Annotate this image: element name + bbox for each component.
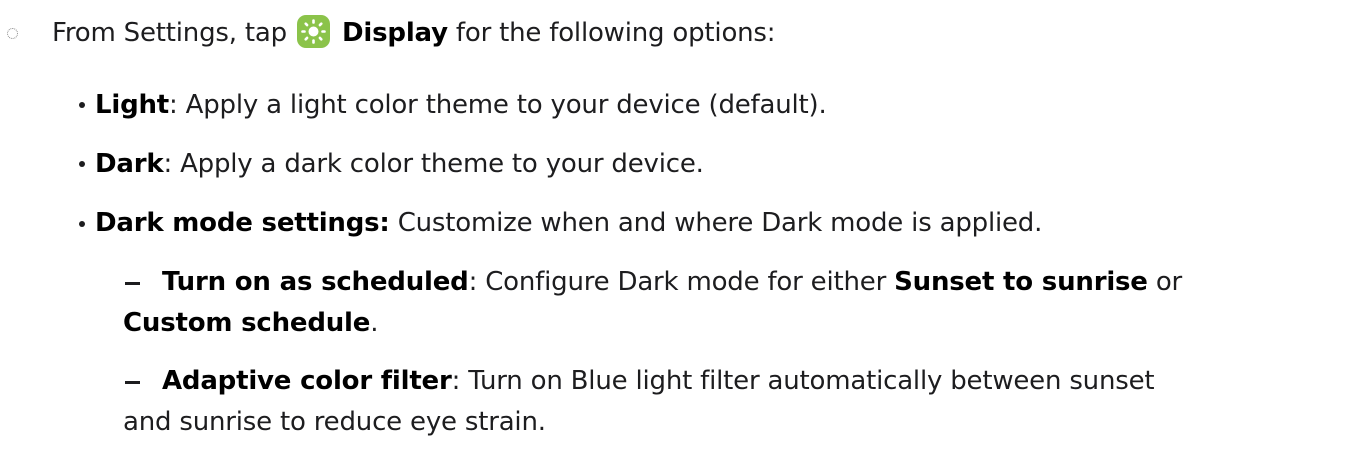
- option-term: Light: [95, 90, 170, 120]
- bullet-icon: [79, 221, 85, 227]
- choice-joiner: or: [1147, 267, 1183, 297]
- help-document: From Settings, tap Display for the follo…: [0, 0, 1366, 462]
- dash-icon: [125, 282, 140, 285]
- display-sun-icon: [296, 15, 330, 48]
- option-desc: Customize when and where Dark mode is ap…: [389, 208, 1043, 238]
- sub-option-desc-cont: and sunrise to reduce eye strain.: [123, 407, 546, 437]
- option-light: Light: Apply a light color theme to your…: [95, 87, 827, 123]
- sub-option-term: Turn on as scheduled: [162, 267, 469, 297]
- option-term: Dark mode settings:: [95, 208, 390, 238]
- sub-option-scheduled-cont: Custom schedule.: [123, 305, 378, 341]
- sub-option-adaptive-cont: and sunrise to reduce eye strain.: [123, 404, 546, 440]
- choice-custom-schedule: Custom schedule: [123, 308, 371, 338]
- option-desc: : Apply a dark color theme to your devic…: [163, 149, 704, 179]
- dash-icon: [125, 381, 140, 384]
- step-marker-icon: [7, 28, 18, 39]
- step-instruction: From Settings, tap Display for the follo…: [52, 15, 776, 51]
- bullet-icon: [79, 102, 85, 108]
- option-term: Dark: [95, 149, 164, 179]
- option-dark: Dark: Apply a dark color theme to your d…: [95, 146, 704, 182]
- settings-item-display: Display: [342, 18, 448, 48]
- sub-option-desc: : Turn on Blue light filter automaticall…: [451, 366, 1155, 396]
- sub-option-desc: : Configure Dark mode for either: [468, 267, 895, 297]
- step-prefix: From Settings, tap: [52, 18, 287, 48]
- option-dark-mode-settings: Dark mode settings: Customize when and w…: [95, 205, 1042, 241]
- option-desc: : Apply a light color theme to your devi…: [169, 90, 827, 120]
- sub-option-adaptive: Adaptive color filter: Turn on Blue ligh…: [162, 363, 1155, 399]
- sub-option-term: Adaptive color filter: [162, 366, 452, 396]
- choice-end: .: [370, 308, 379, 338]
- choice-sunset-to-sunrise: Sunset to sunrise: [894, 267, 1148, 297]
- bullet-icon: [79, 161, 85, 167]
- sub-option-scheduled: Turn on as scheduled: Configure Dark mod…: [162, 264, 1182, 300]
- step-suffix: for the following options:: [455, 18, 776, 48]
